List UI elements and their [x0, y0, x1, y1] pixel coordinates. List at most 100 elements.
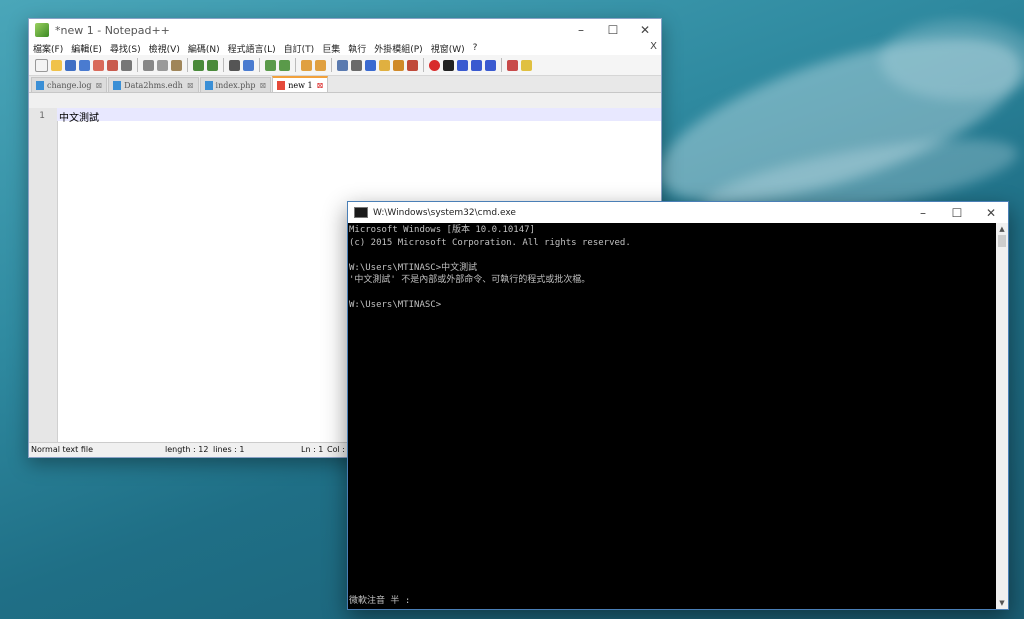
toolbar-separator — [501, 58, 502, 72]
menu-help[interactable]: ? — [473, 43, 478, 53]
tab-close-icon[interactable]: ⊠ — [317, 81, 324, 90]
tab-label: new 1 — [288, 80, 313, 90]
console-line: '中文測試' 不是內部或外部命令、可執行的程式或批次檔。 — [349, 275, 591, 285]
status-length: length : 12 — [165, 445, 209, 454]
cmd-app-icon — [354, 207, 368, 218]
menu-edit[interactable]: 編輯(E) — [71, 42, 102, 55]
tab-close-icon[interactable]: ⊠ — [95, 81, 102, 90]
find-icon[interactable] — [229, 59, 240, 71]
menu-run[interactable]: 執行 — [348, 42, 366, 55]
menu-macro[interactable]: 巨集 — [322, 42, 340, 55]
close-button[interactable]: ✕ — [974, 202, 1008, 223]
scroll-up-icon[interactable]: ▲ — [996, 223, 1008, 235]
indent-guide-icon[interactable] — [365, 59, 376, 71]
line-number: 1 — [39, 111, 45, 121]
save-icon[interactable] — [65, 59, 76, 71]
file-icon — [113, 80, 122, 90]
scroll-down-icon[interactable]: ▼ — [996, 597, 1008, 609]
tab-label: Data2hms.edh — [124, 80, 183, 90]
zoom-out-icon[interactable] — [279, 59, 290, 71]
minimize-button[interactable]: – — [906, 202, 940, 223]
redo-icon[interactable] — [207, 59, 218, 71]
editor-text[interactable]: 中文測試 — [59, 109, 99, 124]
current-line-highlight — [57, 108, 661, 121]
scrollbar-thumb[interactable] — [998, 235, 1006, 247]
tab-label: change.log — [47, 80, 92, 90]
console-line: Microsoft Windows [版本 10.0.10147] — [349, 225, 535, 235]
toolbar-separator — [423, 58, 424, 72]
tab-data2hms[interactable]: Data2hms.edh ⊠ — [108, 77, 199, 92]
spell-check-icon[interactable] — [507, 59, 518, 71]
menu-file[interactable]: 檔案(F) — [33, 42, 63, 55]
save-macro-icon[interactable] — [485, 59, 496, 71]
console-line: (c) 2015 Microsoft Corporation. All righ… — [349, 237, 631, 248]
replace-icon[interactable] — [243, 59, 254, 71]
toolbar-separator — [223, 58, 224, 72]
sync-vertical-icon[interactable] — [301, 59, 312, 71]
stop-macro-icon[interactable] — [443, 59, 454, 71]
show-all-chars-icon[interactable] — [351, 59, 362, 71]
copy-icon[interactable] — [157, 59, 168, 71]
close-button[interactable]: ✕ — [629, 19, 661, 41]
word-wrap-icon[interactable] — [337, 59, 348, 71]
notepad-title: *new 1 - Notepad++ — [55, 23, 170, 37]
line-number-gutter: 1 — [29, 108, 58, 443]
function-list-icon[interactable] — [393, 59, 404, 71]
cmd-window[interactable]: W:\Windows\system32\cmd.exe – ☐ ✕ Micros… — [347, 201, 1009, 610]
zoom-in-icon[interactable] — [265, 59, 276, 71]
menu-window[interactable]: 視窗(W) — [431, 42, 465, 55]
open-file-icon[interactable] — [51, 59, 62, 71]
maximize-button[interactable]: ☐ — [940, 202, 974, 223]
menu-language[interactable]: 程式語言(L) — [228, 42, 276, 55]
cmd-titlebar[interactable]: W:\Windows\system32\cmd.exe – ☐ ✕ — [348, 202, 1008, 223]
sync-horizontal-icon[interactable] — [315, 59, 326, 71]
toolbar-separator — [259, 58, 260, 72]
status-lines: lines : 1 — [213, 445, 245, 454]
status-file-type: Normal text file — [31, 445, 94, 454]
tab-bar: change.log ⊠ Data2hms.edh ⊠ index.php ⊠ … — [29, 76, 661, 93]
menu-plugins[interactable]: 外掛模組(P) — [374, 42, 422, 55]
tab-index-php[interactable]: index.php ⊠ — [199, 77, 272, 92]
vertical-scrollbar[interactable]: ▲ ▼ — [996, 223, 1008, 609]
plugin-icon[interactable] — [521, 59, 532, 71]
new-file-icon[interactable] — [35, 58, 48, 72]
cmd-title: W:\Windows\system32\cmd.exe — [373, 207, 516, 218]
play-macro-icon[interactable] — [457, 59, 468, 71]
doc-map-icon[interactable] — [379, 59, 390, 71]
close-all-icon[interactable] — [107, 59, 118, 71]
menu-search[interactable]: 尋找(S) — [110, 42, 141, 55]
cut-icon[interactable] — [143, 59, 154, 71]
maximize-button[interactable]: ☐ — [597, 19, 629, 41]
tab-close-icon[interactable]: ⊠ — [187, 81, 194, 90]
console-prompt[interactable]: W:\Users\MTINASC> — [349, 299, 996, 312]
menu-bar: 檔案(F) 編輯(E) 尋找(S) 檢視(V) 編碼(N) 程式語言(L) 自訂… — [29, 41, 661, 55]
tab-close-icon[interactable]: ⊠ — [260, 81, 267, 90]
toolbar-separator — [295, 58, 296, 72]
undo-icon[interactable] — [193, 59, 204, 71]
toolbar-separator — [187, 58, 188, 72]
save-all-icon[interactable] — [79, 59, 90, 71]
close-file-icon[interactable] — [93, 59, 104, 71]
tab-change-log[interactable]: change.log ⊠ — [31, 77, 108, 92]
menu-settings[interactable]: 自訂(T) — [284, 42, 315, 55]
menu-encoding[interactable]: 編碼(N) — [188, 42, 220, 55]
toolbar — [29, 55, 661, 76]
menu-view[interactable]: 檢視(V) — [149, 42, 180, 55]
print-icon[interactable] — [121, 59, 132, 71]
folder-workspace-icon[interactable] — [407, 59, 418, 71]
tab-label: index.php — [215, 80, 256, 90]
tab-new-1[interactable]: new 1 ⊠ — [272, 76, 329, 92]
toolbar-separator — [331, 58, 332, 72]
record-macro-icon[interactable] — [429, 59, 440, 71]
status-ln: Ln : 1 — [301, 445, 324, 454]
paste-icon[interactable] — [171, 59, 182, 71]
notepad-titlebar[interactable]: *new 1 - Notepad++ – ☐ ✕ — [29, 19, 661, 41]
run-macro-multiple-icon[interactable] — [471, 59, 482, 71]
console-output[interactable]: Microsoft Windows [版本 10.0.10147] (c) 20… — [348, 223, 996, 609]
ime-status: 微軟注音 半 : — [349, 595, 411, 606]
notepad-app-icon — [35, 23, 49, 37]
close-document-button[interactable]: X — [650, 41, 657, 52]
minimize-button[interactable]: – — [565, 19, 597, 41]
console-line: W:\Users\MTINASC>中文測試 — [349, 262, 478, 273]
